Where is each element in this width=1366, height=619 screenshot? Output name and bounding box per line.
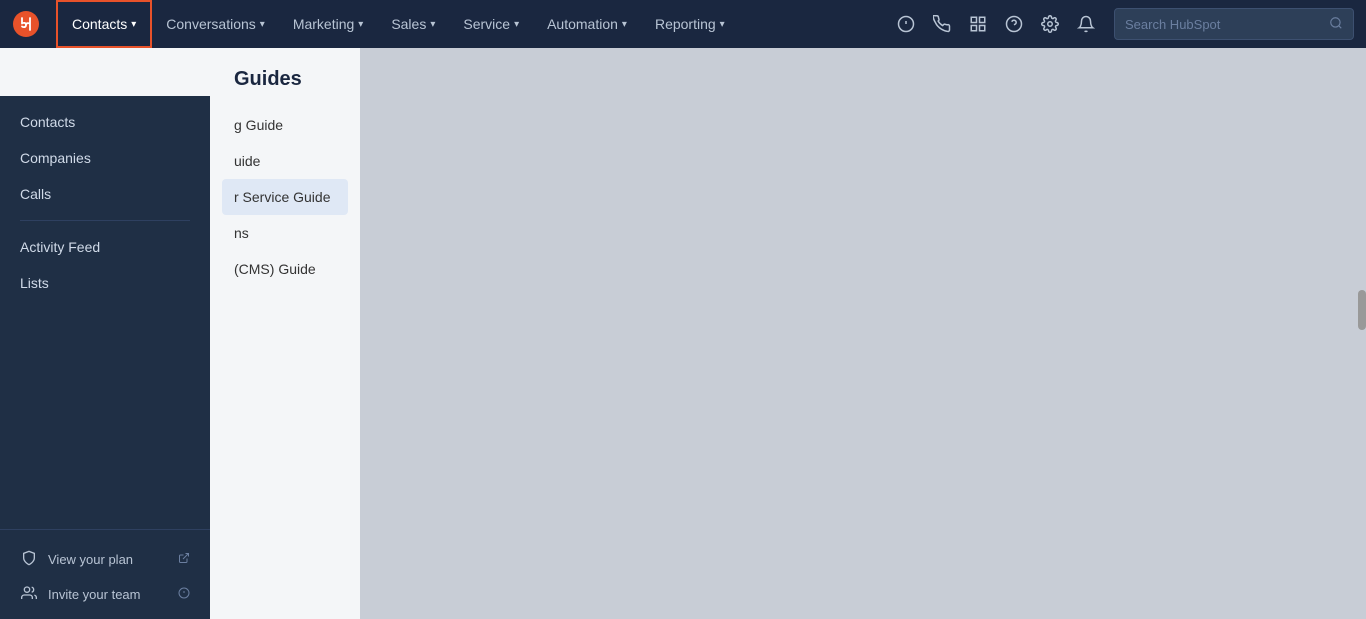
scrollbar[interactable]	[1358, 290, 1366, 330]
invite-team-label: Invite your team	[48, 587, 168, 602]
nav-service[interactable]: Service ▾	[449, 0, 533, 48]
dropdown-item-contacts[interactable]: Contacts	[0, 104, 210, 140]
dropdown-item-companies[interactable]: Companies	[0, 140, 210, 176]
notifications-icon[interactable]	[1070, 8, 1102, 40]
guide-item-label: g Guide	[234, 117, 283, 133]
nav-automation-label: Automation	[547, 16, 618, 32]
chevron-down-icon: ▾	[720, 19, 725, 30]
invite-team-action[interactable]: Invite your team	[16, 577, 194, 612]
chevron-down-icon: ▾	[514, 19, 519, 30]
guide-item[interactable]: ns	[234, 215, 336, 251]
left-panel: Contacts Companies Calls Activity Feed L…	[0, 48, 360, 619]
chevron-down-icon: ▾	[358, 19, 363, 30]
search-input[interactable]	[1125, 17, 1329, 32]
search-bar[interactable]	[1114, 8, 1354, 40]
guides-title: Guides	[234, 68, 336, 91]
contacts-label: Contacts	[20, 114, 75, 130]
chevron-down-icon: ▾	[131, 19, 136, 30]
companies-label: Companies	[20, 150, 91, 166]
nav-contacts[interactable]: Contacts ▾	[56, 0, 152, 48]
nav-reporting[interactable]: Reporting ▾	[641, 0, 739, 48]
external-link-icon	[178, 552, 190, 567]
nav-contacts-label: Contacts	[72, 16, 127, 32]
guide-item-label: r Service Guide	[234, 189, 330, 205]
hubspot-logo[interactable]	[12, 10, 40, 38]
dropdown-menu-items: Contacts Companies Calls Activity Feed L…	[0, 96, 210, 301]
help-icon[interactable]	[998, 8, 1030, 40]
nav-marketing[interactable]: Marketing ▾	[279, 0, 378, 48]
nav-conversations-label: Conversations	[166, 16, 256, 32]
top-navigation: Contacts ▾ Conversations ▾ Marketing ▾ S…	[0, 0, 1366, 48]
nav-sales-label: Sales	[391, 16, 426, 32]
people-icon	[20, 585, 38, 604]
chevron-down-icon: ▾	[260, 19, 265, 30]
guide-item-label: (CMS) Guide	[234, 261, 316, 277]
view-plan-label: View your plan	[48, 552, 168, 567]
guide-item[interactable]: uide	[234, 143, 336, 179]
nav-sales[interactable]: Sales ▾	[377, 0, 449, 48]
topnav-right	[890, 8, 1354, 40]
marketplace-icon[interactable]	[962, 8, 994, 40]
search-icon	[1329, 16, 1343, 33]
chevron-down-icon: ▾	[430, 19, 435, 30]
nav-marketing-label: Marketing	[293, 16, 354, 32]
nav-conversations[interactable]: Conversations ▾	[152, 0, 279, 48]
lists-label: Lists	[20, 275, 49, 291]
contacts-dropdown: Contacts Companies Calls Activity Feed L…	[0, 96, 210, 619]
settings-icon[interactable]	[1034, 8, 1066, 40]
shield-icon	[20, 550, 38, 569]
info-icon	[178, 587, 190, 602]
guide-item-label: ns	[234, 225, 249, 241]
calls-label: Calls	[20, 186, 51, 202]
nav-reporting-label: Reporting	[655, 16, 716, 32]
guide-item-label: uide	[234, 153, 260, 169]
nav-automation[interactable]: Automation ▾	[533, 0, 641, 48]
overview-demo-action[interactable]: Start overview demo	[16, 612, 194, 619]
dropdown-item-lists[interactable]: Lists	[0, 265, 210, 301]
guide-item[interactable]: (CMS) Guide	[234, 251, 336, 287]
nav-items: Contacts ▾ Conversations ▾ Marketing ▾ S…	[56, 0, 890, 48]
view-plan-action[interactable]: View your plan	[16, 542, 194, 577]
nav-service-label: Service	[463, 16, 510, 32]
guide-item-highlighted[interactable]: r Service Guide	[222, 179, 348, 215]
main-content-area	[360, 48, 1366, 619]
activity-feed-label: Activity Feed	[20, 239, 100, 255]
dropdown-divider	[20, 220, 190, 221]
guide-item[interactable]: g Guide	[234, 107, 336, 143]
chevron-down-icon: ▾	[622, 19, 627, 30]
dropdown-item-activity-feed[interactable]: Activity Feed	[0, 229, 210, 265]
call-icon[interactable]	[926, 8, 958, 40]
dropdown-bottom: View your plan Invite your team	[0, 529, 210, 619]
main-area: Contacts Companies Calls Activity Feed L…	[0, 48, 1366, 619]
dropdown-item-calls[interactable]: Calls	[0, 176, 210, 212]
upgrade-icon[interactable]	[890, 8, 922, 40]
guides-content: Guides g Guide uide r Service Guide ns (…	[210, 48, 360, 619]
